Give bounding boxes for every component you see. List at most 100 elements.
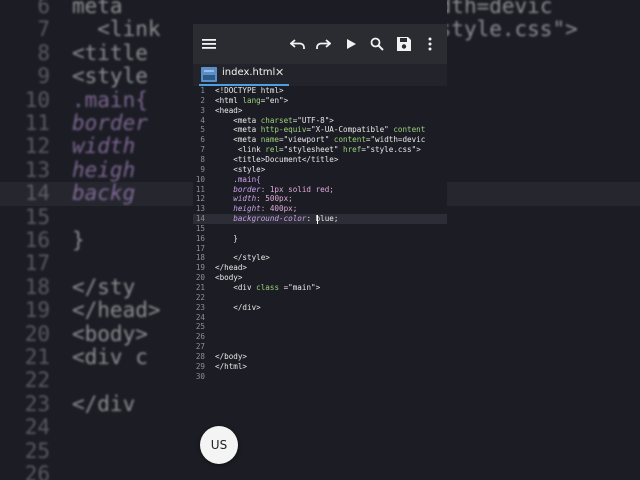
line-number: 19	[195, 263, 205, 273]
line-number: 9	[37, 64, 50, 89]
line-number: 18	[195, 253, 205, 263]
line-number: 6	[37, 0, 50, 18]
code-text: border	[72, 111, 148, 135]
line-number: 8	[37, 40, 50, 65]
code-token: : blue;	[306, 214, 339, 224]
code-token: </div	[72, 391, 136, 416]
code-text: <meta name="viewport" content="width=dev…	[215, 135, 425, 145]
search-icon[interactable]	[367, 34, 387, 54]
line-number: 1	[200, 86, 205, 95]
code-token: <meta	[215, 135, 261, 145]
code-text: }	[72, 228, 85, 252]
code-token: heigh	[72, 157, 136, 182]
line-number: 13	[24, 157, 50, 182]
line-number: 21	[24, 345, 50, 369]
code-token: background-color	[215, 214, 307, 224]
code-text: <head>	[215, 106, 242, 116]
code-token: <body>	[72, 321, 148, 346]
menu-icon[interactable]	[199, 34, 219, 54]
code-token: }	[72, 228, 85, 252]
code-text: background-color: blue;	[215, 214, 338, 224]
line-number: 14	[195, 214, 205, 224]
html-file-icon	[201, 67, 217, 82]
line-number: 23	[24, 391, 50, 416]
code-token: : 500px;	[256, 194, 293, 204]
code-line: 5 <meta http-equiv="X-UA-Compatible" con…	[193, 125, 447, 135]
tab-index-html[interactable]: index.html ✕	[199, 64, 289, 86]
tab-label: index.html	[222, 67, 276, 78]
code-token: .main{	[215, 174, 261, 184]
code-token: http-equiv	[260, 125, 307, 135]
code-line: 27	[193, 342, 447, 352]
line-number: 25	[24, 438, 50, 463]
redo-icon[interactable]	[313, 34, 333, 54]
code-token: width	[72, 134, 136, 159]
code-line: 6 <meta name="viewport" content="width=d…	[193, 135, 447, 145]
line-number: 7	[200, 145, 205, 155]
code-text: <body>	[215, 273, 242, 283]
code-line: 16 }	[193, 234, 447, 244]
code-line: 8 <title>Document</title>	[193, 155, 447, 165]
code-token: ="en">	[260, 95, 289, 105]
code-line: 22	[193, 293, 447, 303]
code-token: <meta	[215, 115, 261, 125]
floating-avatar-button[interactable]: US	[200, 426, 238, 464]
code-line: 3 <head>	[193, 106, 447, 116]
code-token: </style>	[215, 253, 270, 263]
line-number: 4	[200, 115, 205, 125]
code-line: 2 <html lang="en">	[193, 96, 447, 106]
save-icon[interactable]	[394, 34, 414, 54]
close-tab-icon[interactable]: ✕	[275, 66, 284, 79]
line-number: 24	[195, 312, 205, 322]
code-line: 11 border: 1px solid red;	[193, 185, 447, 195]
code-text: <style	[72, 64, 148, 88]
code-token: content	[393, 125, 426, 135]
code-token: class	[256, 283, 280, 292]
code-token: meta	[72, 0, 123, 18]
code-text: .main{	[72, 88, 148, 112]
code-line: 12 width: 500px;	[193, 194, 447, 204]
code-line: 25	[193, 322, 447, 332]
code-text: </sty	[72, 275, 135, 299]
code-text: </head>	[72, 298, 161, 322]
code-line: 30	[193, 372, 447, 382]
code-editor[interactable]: 1 <!DOCTYPE html> 2 <html lang="en"> 3 <head>…	[193, 86, 447, 480]
code-line: 28 </body>	[193, 352, 447, 362]
code-token: </div>	[215, 302, 261, 312]
line-number: 2	[200, 95, 205, 105]
code-token: <html	[215, 95, 243, 105]
line-number: 15	[195, 223, 205, 233]
line-number: 11	[195, 184, 205, 194]
code-text: height: 400px;	[215, 204, 297, 214]
undo-icon[interactable]	[288, 34, 308, 54]
code-line: 7 <link rel="stylesheet" href="style.css…	[193, 145, 447, 155]
code-token: rel	[265, 145, 280, 155]
code-token: .main{	[72, 87, 148, 112]
line-number: 3	[200, 105, 205, 115]
line-number: 12	[24, 134, 50, 159]
code-token: <!DOCTYPE html>	[215, 86, 284, 95]
code-line: 23 </div>	[193, 303, 447, 313]
code-text: </div	[72, 392, 135, 416]
run-icon[interactable]	[341, 34, 361, 54]
code-token: </head>	[72, 298, 161, 323]
code-text: </style>	[215, 253, 270, 263]
code-token: ="X-UA-Compatible"	[306, 125, 394, 135]
code-token: </html>	[215, 361, 248, 371]
code-token: </sty	[72, 274, 136, 299]
line-number: 10	[195, 174, 205, 184]
code-token: ="style.css">	[361, 145, 421, 155]
code-token: <style	[72, 64, 148, 89]
code-token: charset	[260, 115, 293, 125]
code-token: <title	[72, 40, 148, 65]
line-number: 24	[24, 415, 50, 440]
code-token: name	[260, 135, 280, 145]
code-text: <div class ="main">	[215, 283, 320, 293]
line-number: 26	[195, 332, 205, 342]
code-line: 20 <body>	[193, 273, 447, 283]
tab-bar: index.html ✕	[193, 64, 447, 86]
more-options-icon[interactable]	[420, 34, 440, 54]
line-number: 11	[24, 111, 50, 135]
line-number: 18	[24, 274, 50, 299]
code-token: border	[72, 111, 148, 135]
